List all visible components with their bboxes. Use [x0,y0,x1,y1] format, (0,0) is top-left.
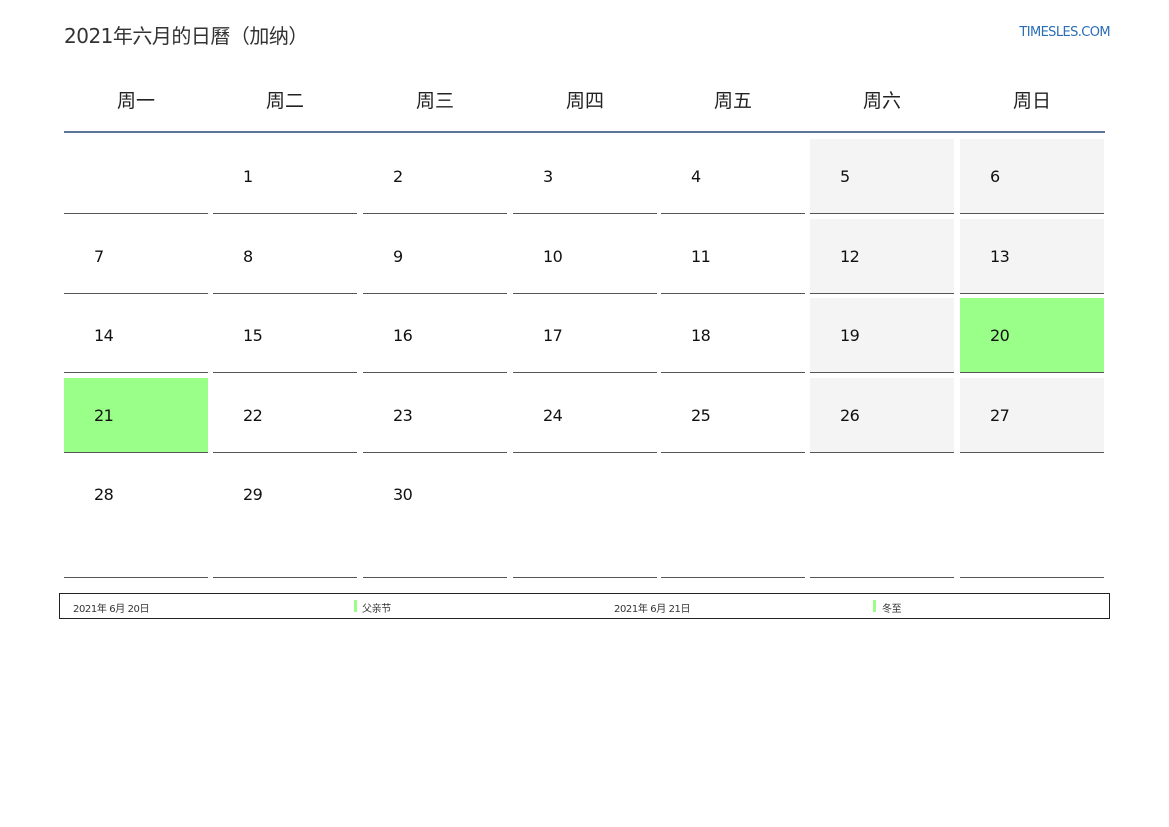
day-cell [960,457,1104,578]
day-cell[interactable]: 1 [213,139,357,214]
day-number: 24 [543,406,563,425]
day-number: 1 [243,167,253,186]
day-number: 17 [543,326,563,345]
day-cell[interactable]: 30 [363,457,507,578]
day-number: 25 [691,406,711,425]
day-cell [661,457,805,578]
day-cell[interactable]: 23 [363,378,507,453]
day-number: 22 [243,406,263,425]
day-number: 3 [543,167,553,186]
legend-marker-1 [354,600,357,612]
site-link[interactable]: TIMESLES.COM [1019,25,1110,40]
weekday-header-3: 周三 [415,90,454,112]
day-number: 9 [393,247,403,266]
day-number: 19 [840,326,860,345]
weekday-header-7: 周日 [1012,90,1051,112]
weekday-header-4: 周四 [565,90,604,112]
legend-name-1: 父亲节 [362,604,391,615]
day-cell[interactable]: 26 [810,378,954,453]
day-cell [513,457,657,578]
holiday-legend: 2021年 6月 20日 父亲节 2021年 6月 21日 冬至 [59,593,1110,619]
day-number: 13 [990,247,1010,266]
day-cell[interactable]: 2 [363,139,507,214]
legend-date-1: 2021年 6月 20日 [73,604,150,615]
day-cell[interactable]: 6 [960,139,1104,214]
day-cell[interactable]: 27 [960,378,1104,453]
day-cell[interactable]: 25 [661,378,805,453]
legend-marker-2 [873,600,876,612]
day-cell[interactable]: 17 [513,298,657,373]
day-cell[interactable]: 5 [810,139,954,214]
day-cell[interactable]: 14 [64,298,208,373]
day-number: 30 [393,485,413,504]
weekday-header-6: 周六 [862,90,901,112]
day-cell[interactable]: 28 [64,457,208,578]
day-cell [64,139,208,214]
day-cell[interactable]: 4 [661,139,805,214]
day-cell[interactable]: 7 [64,219,208,294]
day-cell[interactable]: 11 [661,219,805,294]
day-number: 20 [990,326,1010,345]
day-number: 10 [543,247,563,266]
day-cell[interactable]: 24 [513,378,657,453]
day-number: 12 [840,247,860,266]
day-cell[interactable]: 10 [513,219,657,294]
day-cell[interactable]: 3 [513,139,657,214]
day-cell[interactable]: 19 [810,298,954,373]
weekday-header-5: 周五 [713,90,752,112]
day-cell[interactable]: 12 [810,219,954,294]
day-cell[interactable]: 15 [213,298,357,373]
day-number: 23 [393,406,413,425]
day-number: 14 [94,326,114,345]
day-cell[interactable]: 9 [363,219,507,294]
day-cell[interactable]: 21 [64,378,208,453]
day-cell[interactable]: 29 [213,457,357,578]
header-divider [64,131,1105,133]
day-number: 8 [243,247,253,266]
day-cell[interactable]: 20 [960,298,1104,373]
calendar-title: 2021年六月的日曆（加纳） [64,24,308,48]
day-number: 7 [94,247,104,266]
day-number: 29 [243,485,263,504]
day-number: 28 [94,485,114,504]
day-cell [810,457,954,578]
day-number: 18 [691,326,711,345]
legend-name-2: 冬至 [882,604,902,615]
day-cell[interactable]: 22 [213,378,357,453]
weekday-header-2: 周二 [265,90,304,112]
day-number: 26 [840,406,860,425]
day-number: 15 [243,326,263,345]
day-cell[interactable]: 16 [363,298,507,373]
day-cell[interactable]: 18 [661,298,805,373]
day-number: 16 [393,326,413,345]
day-number: 5 [840,167,850,186]
day-number: 2 [393,167,403,186]
day-number: 21 [94,406,114,425]
day-number: 27 [990,406,1010,425]
day-number: 4 [691,167,701,186]
weekday-header-row: 周一 周二 周三 周四 周五 周六 周日 [64,86,1105,132]
day-number: 11 [691,247,711,266]
legend-date-2: 2021年 6月 21日 [614,604,691,615]
weekday-header-1: 周一 [116,90,155,112]
day-cell[interactable]: 8 [213,219,357,294]
day-number: 6 [990,167,1000,186]
day-cell[interactable]: 13 [960,219,1104,294]
